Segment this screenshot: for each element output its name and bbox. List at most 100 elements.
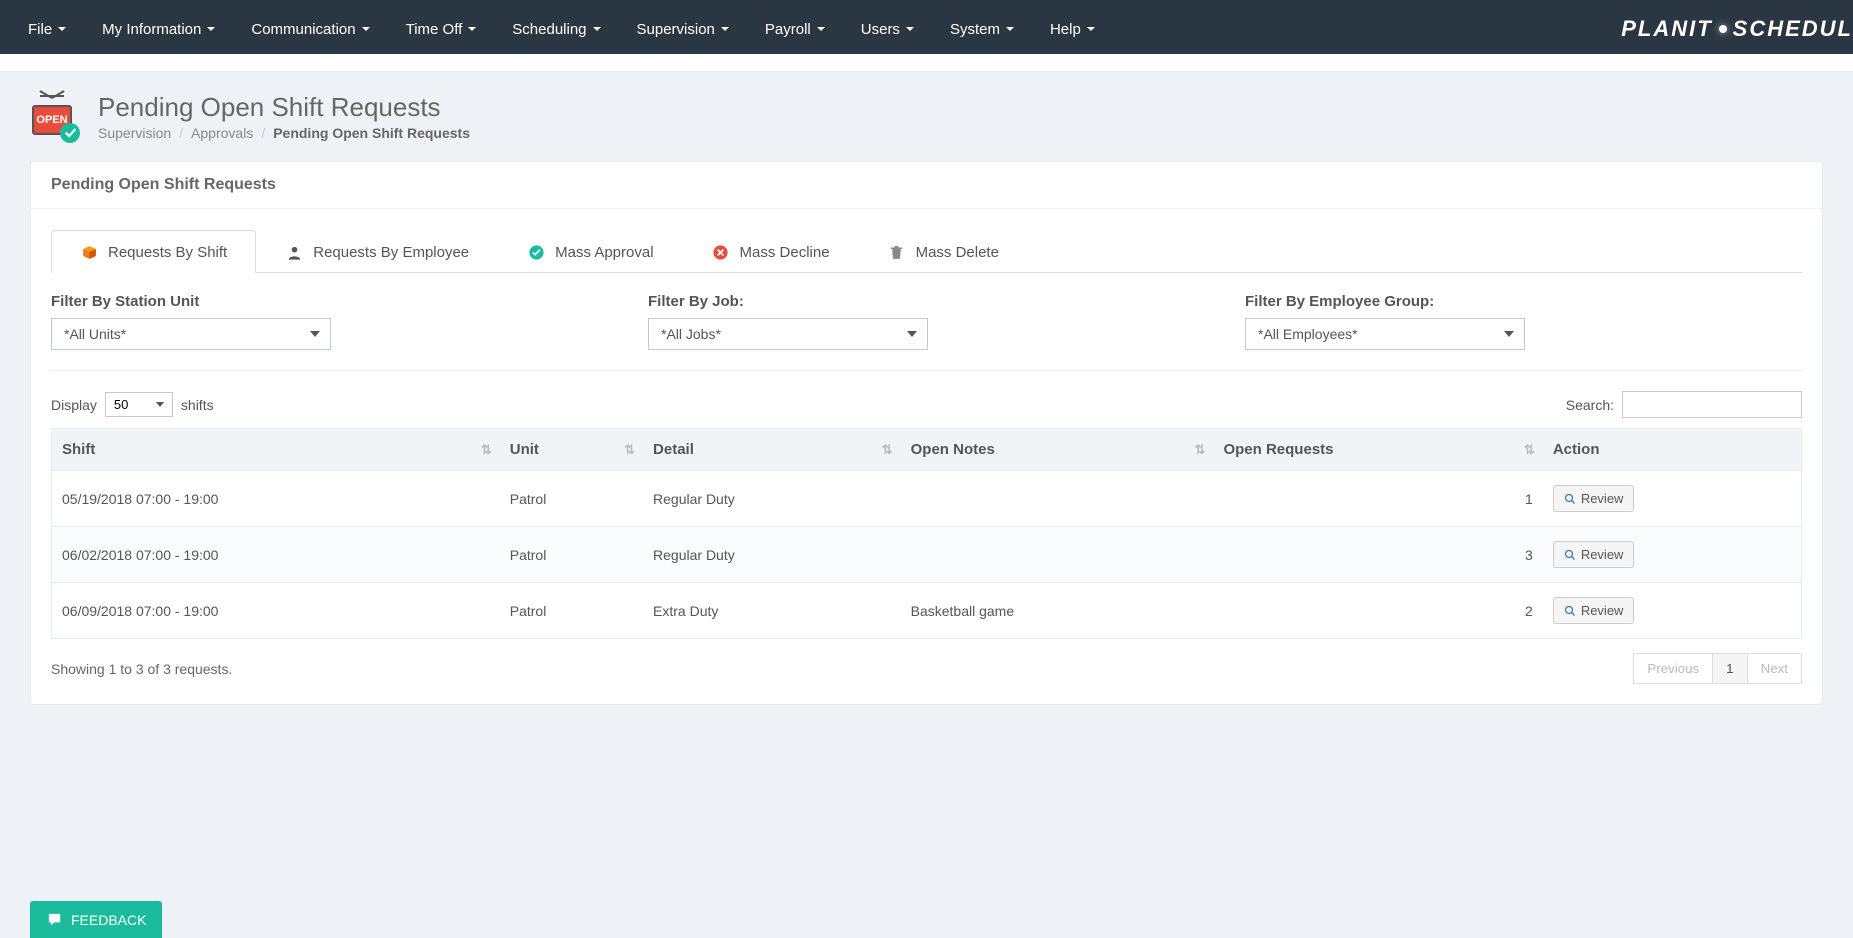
check-circle-icon <box>527 243 545 261</box>
sort-icon: ⇅ <box>882 442 893 458</box>
caret-down-icon <box>817 27 825 31</box>
breadcrumb-item: Pending Open Shift Requests <box>273 125 470 141</box>
column-header[interactable]: Open Notes⇅ <box>901 429 1214 471</box>
cell-notes <box>901 471 1214 527</box>
brand-text-1: PLANIT <box>1621 16 1712 42</box>
column-header[interactable]: Action <box>1543 429 1802 471</box>
caret-down-icon <box>906 27 914 31</box>
breadcrumb: Supervision / Approvals / Pending Open Shift… <box>98 125 470 141</box>
breadcrumb-item[interactable]: Approvals <box>191 125 253 141</box>
cell-action: Review <box>1543 583 1802 639</box>
table-row: 06/09/2018 07:00 - 19:00PatrolExtra Duty… <box>52 583 1802 639</box>
sort-icon: ⇅ <box>624 442 635 458</box>
brand-dot-icon <box>1719 25 1727 33</box>
nav-item-file[interactable]: File <box>10 4 84 54</box>
box-icon <box>80 243 98 261</box>
display-label-after: shifts <box>181 397 214 413</box>
breadcrumb-item[interactable]: Supervision <box>98 125 171 141</box>
cell-requests: 2 <box>1213 583 1542 639</box>
tab-requests-by-shift[interactable]: Requests By Shift <box>51 230 256 273</box>
cell-unit: Patrol <box>500 527 643 583</box>
nav-item-communication[interactable]: Communication <box>233 4 387 54</box>
pagination-next[interactable]: Next <box>1747 653 1802 684</box>
nav-item-payroll[interactable]: Payroll <box>747 4 843 54</box>
filter-job-label: Filter By Job: <box>648 293 1205 310</box>
filter-group-select[interactable]: *All Employees* <box>1245 318 1525 350</box>
shifts-table: Shift⇅Unit⇅Detail⇅Open Notes⇅Open Reques… <box>51 428 1802 639</box>
filter-unit-label: Filter By Station Unit <box>51 293 608 310</box>
top-strip <box>0 54 1853 72</box>
caret-down-icon <box>1087 27 1095 31</box>
table-info: Showing 1 to 3 of 3 requests. <box>51 661 232 677</box>
chat-icon <box>46 911 63 928</box>
nav-item-help[interactable]: Help <box>1032 4 1113 54</box>
trash-icon <box>888 243 906 261</box>
cell-detail: Regular Duty <box>643 527 901 583</box>
caret-down-icon <box>362 27 370 31</box>
pagination-previous[interactable]: Previous <box>1633 653 1713 684</box>
nav-item-time-off[interactable]: Time Off <box>388 4 495 54</box>
brand-logo: PLANIT SCHEDUL <box>1621 16 1853 42</box>
caret-down-icon <box>721 27 729 31</box>
page-title: Pending Open Shift Requests <box>98 92 470 123</box>
nav-item-supervision[interactable]: Supervision <box>619 4 747 54</box>
column-header[interactable]: Shift⇅ <box>52 429 500 471</box>
brand-text-2: SCHEDUL <box>1733 16 1853 42</box>
cell-detail: Regular Duty <box>643 471 901 527</box>
check-badge-icon <box>60 123 80 143</box>
nav-item-system[interactable]: System <box>932 4 1032 54</box>
search-label: Search: <box>1566 397 1614 413</box>
tab-mass-approval[interactable]: Mass Approval <box>498 230 682 273</box>
column-header[interactable]: Open Requests⇅ <box>1213 429 1542 471</box>
tab-mass-delete[interactable]: Mass Delete <box>859 230 1028 273</box>
x-circle-icon <box>712 243 730 261</box>
person-icon <box>285 243 303 261</box>
pagination-page-1[interactable]: 1 <box>1712 653 1747 684</box>
cell-shift: 05/19/2018 07:00 - 19:00 <box>52 471 500 527</box>
table-row: 06/02/2018 07:00 - 19:00PatrolRegular Du… <box>52 527 1802 583</box>
table-row: 05/19/2018 07:00 - 19:00PatrolRegular Du… <box>52 471 1802 527</box>
column-header[interactable]: Detail⇅ <box>643 429 901 471</box>
breadcrumb-separator: / <box>179 125 183 141</box>
cell-action: Review <box>1543 527 1802 583</box>
sort-icon: ⇅ <box>1195 442 1206 458</box>
cell-unit: Patrol <box>500 583 643 639</box>
cell-unit: Patrol <box>500 471 643 527</box>
review-button[interactable]: Review <box>1553 485 1635 512</box>
review-button[interactable]: Review <box>1553 597 1635 624</box>
pagination: Previous 1 Next <box>1634 653 1802 684</box>
filter-group-label: Filter By Employee Group: <box>1245 293 1802 310</box>
caret-down-icon <box>58 27 66 31</box>
nav-item-scheduling[interactable]: Scheduling <box>494 4 618 54</box>
feedback-button[interactable]: FEEDBACK <box>30 901 162 938</box>
cell-notes <box>901 527 1214 583</box>
display-label-before: Display <box>51 397 97 413</box>
panel-title: Pending Open Shift Requests <box>31 162 1822 209</box>
review-button[interactable]: Review <box>1553 541 1635 568</box>
breadcrumb-separator: / <box>261 125 265 141</box>
tab-requests-by-employee[interactable]: Requests By Employee <box>256 230 498 273</box>
cell-shift: 06/09/2018 07:00 - 19:00 <box>52 583 500 639</box>
cell-requests: 1 <box>1213 471 1542 527</box>
tabs-container: Requests By ShiftRequests By EmployeeMas… <box>51 229 1802 273</box>
cell-detail: Extra Duty <box>643 583 901 639</box>
caret-down-icon <box>468 27 476 31</box>
sort-icon: ⇅ <box>1524 442 1535 458</box>
search-input[interactable] <box>1622 391 1802 418</box>
cell-requests: 3 <box>1213 527 1542 583</box>
caret-down-icon <box>593 27 601 31</box>
cell-notes: Basketball game <box>901 583 1214 639</box>
filter-job-select[interactable]: *All Jobs* <box>648 318 928 350</box>
cell-shift: 06/02/2018 07:00 - 19:00 <box>52 527 500 583</box>
caret-down-icon <box>1006 27 1014 31</box>
main-navbar: FileMy InformationCommunicationTime OffS… <box>0 0 1853 54</box>
column-header[interactable]: Unit⇅ <box>500 429 643 471</box>
nav-item-users[interactable]: Users <box>843 4 932 54</box>
caret-down-icon <box>207 27 215 31</box>
tab-mass-decline[interactable]: Mass Decline <box>683 230 859 273</box>
nav-item-my-information[interactable]: My Information <box>84 4 233 54</box>
page-icon: OPEN <box>30 93 78 141</box>
filter-unit-select[interactable]: *All Units* <box>51 318 331 350</box>
display-count-select[interactable]: 50 <box>105 392 173 417</box>
page-header: OPEN Pending Open Shift Requests Supervi… <box>30 92 1823 141</box>
